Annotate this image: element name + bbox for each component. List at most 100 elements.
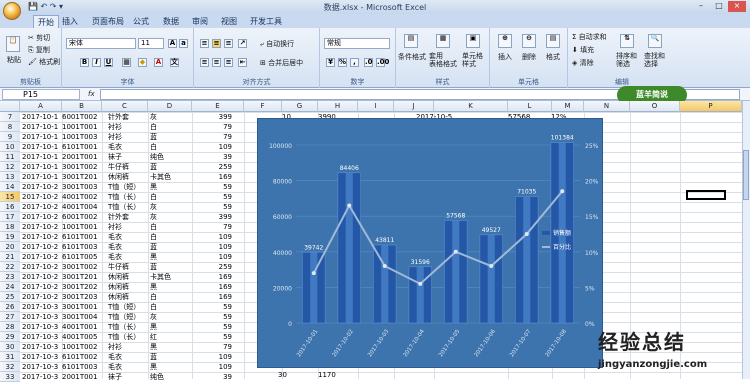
table-cell[interactable]: 2017-10-3 [22,352,58,362]
table-cell[interactable]: T恤（长） [108,192,140,202]
table-cell[interactable]: 纯色 [150,152,164,162]
table-cell[interactable]: 卡其色 [150,172,171,182]
table-cell[interactable]: 2017-10-1 [22,152,58,162]
table-cell[interactable]: 衬衫 [108,132,122,142]
column-header-f[interactable]: F [244,101,282,112]
table-cell[interactable]: T恤（长） [108,202,140,212]
table-cell[interactable]: 1001T001 [62,122,97,132]
table-cell[interactable]: 6101T001 [62,232,97,242]
column-header-n[interactable]: N [584,101,630,112]
cell-styles-icon[interactable]: ▣ [466,34,480,48]
table-cell[interactable]: 白 [150,142,157,152]
align-right-icon[interactable]: ≡ [224,58,233,67]
percent-icon[interactable]: % [338,58,347,67]
table-cell[interactable]: 黑 [150,322,157,332]
table-cell[interactable]: T恤（短） [108,302,140,312]
row-header[interactable]: 26 [0,302,20,312]
table-cell[interactable]: 109 [200,352,232,362]
table-cell[interactable]: 6101T003 [62,242,97,252]
tab-developer[interactable]: 开发工具 [250,16,282,27]
table-cell[interactable]: 白 [150,222,157,232]
column-header-d[interactable]: D [148,101,192,112]
table-cell[interactable]: 79 [200,342,232,352]
find-select-label[interactable]: 查找和 选择 [644,52,665,68]
table-cell[interactable]: 2017-10-1 [22,112,58,122]
row-header[interactable]: 19 [0,232,20,242]
tab-home[interactable]: 开始 [33,15,59,28]
table-cell[interactable]: 灰 [150,312,157,322]
column-header-o[interactable]: O [630,101,680,112]
table-cell[interactable]: 毛衣 [108,142,122,152]
sort-filter-icon[interactable]: ⇅ [620,34,634,48]
column-header-j[interactable]: J [394,101,434,112]
table-cell[interactable]: 3001T001 [62,302,97,312]
close-button[interactable]: × [728,1,746,12]
table-cell[interactable]: 红 [150,332,157,342]
align-bottom-icon[interactable]: ≡ [224,39,233,48]
table-cell[interactable]: 3001T203 [62,292,97,302]
table-cell[interactable]: 2017-10-2 [22,292,58,302]
table-cell[interactable]: 卡其色 [150,272,171,282]
table-cell[interactable]: 6001T002 [62,212,97,222]
column-header-p[interactable]: P [680,101,742,112]
tab-view[interactable]: 视图 [221,16,237,27]
row-header[interactable]: 10 [0,142,20,152]
conditional-format-icon[interactable]: ▤ [404,34,418,48]
table-cell[interactable]: 169 [200,172,232,182]
table-cell[interactable]: 39 [200,152,232,162]
combo-chart[interactable]: 0 20000 40000 60000 80000 100000 0% 5% 10% 15% 20%… [257,118,603,368]
table-cell[interactable]: 灰 [150,212,157,222]
paste-label[interactable]: 粘贴 [7,55,21,65]
italic-icon[interactable]: I [92,58,101,67]
table-cell[interactable]: 1001T002 [62,342,97,352]
insert-cells-icon[interactable]: ⊕ [498,34,512,48]
table-cell[interactable]: 6101T001 [62,142,97,152]
tab-insert[interactable]: 插入 [62,16,78,27]
table-cell[interactable]: T恤（长） [108,332,140,342]
table-cell[interactable]: 2017-10-1 [22,142,58,152]
row-header[interactable]: 16 [0,202,20,212]
table-cell[interactable]: 4001T004 [62,202,97,212]
table-cell[interactable]: 6101T002 [62,352,97,362]
table-cell[interactable]: T恤（短） [108,312,140,322]
table-cell[interactable]: 黑 [150,362,157,372]
merge-center-button[interactable]: ⊞ 合并后居中 [260,58,303,68]
table-cell[interactable]: 109 [200,242,232,252]
table-cell[interactable]: 2017-10-1 [22,172,58,182]
sort-filter-label[interactable]: 排序和 筛选 [616,52,637,68]
cell-styles-label[interactable]: 单元格 样式 [462,52,483,68]
table-cell[interactable]: 2017-10-2 [22,222,58,232]
row-header[interactable]: 11 [0,152,20,162]
active-cell-p15[interactable] [686,190,726,200]
column-header-c[interactable]: C [102,101,148,112]
decrease-indent-icon[interactable]: ⇤ [238,58,247,67]
table-cell[interactable]: 白 [150,232,157,242]
table-cell[interactable]: 59 [200,312,232,322]
column-header-i[interactable]: I [358,101,394,112]
table-cell[interactable]: 休闲裤 [108,272,129,282]
column-header-e[interactable]: E [192,101,244,112]
table-cell[interactable]: 毛衣 [108,232,122,242]
row-header[interactable]: 24 [0,282,20,292]
row-header[interactable]: 30 [0,342,20,352]
column-header-b[interactable]: B [62,101,102,112]
row-header[interactable]: 7 [0,112,20,122]
table-cell[interactable]: 2001T001 [62,372,97,382]
row-header[interactable]: 32 [0,362,20,372]
column-header-a[interactable]: A [20,101,62,112]
table-cell[interactable]: 2017-10-2 [22,272,58,282]
table-cell[interactable]: 蓝 [150,132,157,142]
table-cell[interactable]: 黑 [150,342,157,352]
column-header-h[interactable]: H [318,101,358,112]
table-cell[interactable]: 2017-10-1 [22,122,58,132]
table-cell[interactable]: 衬衫 [108,222,122,232]
format-cells-icon[interactable]: ▤ [546,34,560,48]
align-top-icon[interactable]: ≡ [200,39,209,48]
table-cell[interactable]: 袜子 [108,152,122,162]
table-cell[interactable]: 3001T002 [62,162,97,172]
conditional-format-label[interactable]: 条件格式 [398,52,426,62]
table-cell[interactable]: 衬衫 [108,122,122,132]
table-cell[interactable]: 毛衣 [108,242,122,252]
paste-icon[interactable]: 📋 [6,36,20,52]
delete-cells-icon[interactable]: ⊖ [522,34,536,48]
